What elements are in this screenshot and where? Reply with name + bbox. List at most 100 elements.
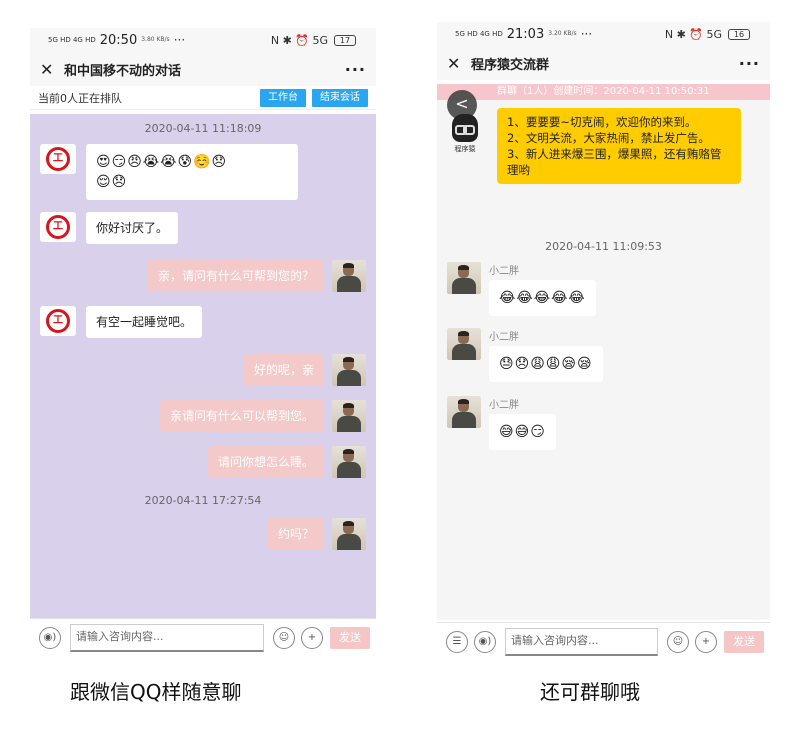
signal-icon: 5G HD 4G HD xyxy=(455,29,503,38)
title-bar: ✕ 和中国移不动的对话 ··· xyxy=(30,52,376,86)
message-row: 请问你想怎么睡。 xyxy=(30,446,376,478)
more-icon[interactable]: ··· xyxy=(739,54,760,73)
emoji-text: 😍😏😠😭😭😰☺️😞 xyxy=(96,154,228,170)
timestamp: 2020-04-11 17:27:54 xyxy=(144,494,262,507)
queue-status: 当前0人正在排队 xyxy=(38,91,122,105)
network-speed: 3.20 KB/s xyxy=(548,30,577,37)
battery-icon: 17 xyxy=(334,34,356,46)
chat-title: 和中国移不动的对话 xyxy=(64,63,182,79)
input-bar: ☰ ◉) 请输入咨询内容... ☺ + 发送 xyxy=(437,622,770,660)
caption-right: 还可群聊哦 xyxy=(540,680,640,704)
group-avatar-label: 程序猿 xyxy=(454,145,476,153)
emoji-icon[interactable]: ☺ xyxy=(273,626,295,649)
battery-icon: 16 xyxy=(728,28,750,40)
emoji-text: 😓😞😩😩😪😪 xyxy=(499,356,593,372)
icbc-logo-avatar[interactable]: 工 xyxy=(40,144,76,174)
icbc-logo-avatar[interactable]: 工 xyxy=(40,212,76,242)
right-phone-screenshot: 5G HD 4G HD 21:03 3.20 KB/s ··· N ✱ ⏰ 5G… xyxy=(437,22,770,660)
emoji-text: 😅😅😏 xyxy=(499,424,546,440)
coder-icon xyxy=(452,114,478,142)
plus-icon[interactable]: + xyxy=(695,630,717,653)
message-bubble[interactable]: 😅😅😏 xyxy=(489,414,556,450)
notice-line: 2、文明关流，大家热闹，禁止发广告。 xyxy=(507,131,710,145)
message-row: 约吗？ xyxy=(30,518,376,550)
close-icon[interactable]: ✕ xyxy=(40,60,64,79)
status-time: 21:03 xyxy=(506,26,545,42)
left-phone-screenshot: 5G HD 4G HD 20:50 3.80 KB/s ··· N ✱ ⏰ 5G… xyxy=(30,28,376,656)
sender-name: 小二胖 xyxy=(489,266,519,277)
chat-area[interactable]: 群聊（1人）创建时间：2020-04-11 10:50:31 < 程序猿 1、要… xyxy=(437,84,770,620)
sender-name: 小二胖 xyxy=(489,400,519,411)
message-bubble[interactable]: 请问你想怎么睡。 xyxy=(207,446,324,478)
message-bubble[interactable]: 有空一起睡觉吧。 xyxy=(86,306,203,338)
status-bar: 5G HD 4G HD 20:50 3.80 KB/s ··· N ✱ ⏰ 5G… xyxy=(30,28,376,52)
message-row: 亲请问有什么可以帮到您。 xyxy=(30,400,376,432)
group-avatar[interactable]: 程序猿 xyxy=(447,114,483,160)
message-bubble[interactable]: 亲，请问有什么可帮到您的？ xyxy=(147,260,324,292)
message-bubble[interactable]: 😓😞😩😩😪😪 xyxy=(489,346,603,382)
message-row: 工 😍😏😠😭😭😰☺️😞 😌😞 xyxy=(30,144,376,200)
message-row: 亲，请问有什么可帮到您的？ xyxy=(30,260,376,292)
emoji-text: 😂😂😂😂😂 xyxy=(499,290,586,306)
icbc-logo-avatar[interactable]: 工 xyxy=(40,306,76,336)
message-row: 小二胖 😂😂😂😂😂 xyxy=(437,262,770,316)
user-avatar[interactable] xyxy=(447,262,481,294)
chat-title: 程序猿交流群 xyxy=(471,57,550,73)
timestamp: 2020-04-11 11:09:53 xyxy=(545,240,662,253)
message-input[interactable]: 请输入咨询内容... xyxy=(70,623,264,652)
message-bubble[interactable]: 约吗？ xyxy=(267,518,324,550)
timestamp: 2020-04-11 11:18:09 xyxy=(144,122,262,135)
message-row: 好的呢，亲 xyxy=(30,354,376,386)
sender-name: 小二胖 xyxy=(489,332,519,343)
menu-icon[interactable]: ☰ xyxy=(446,630,468,653)
user-avatar[interactable] xyxy=(332,518,366,550)
icbc-logo-icon: 工 xyxy=(46,215,70,239)
user-avatar[interactable] xyxy=(447,328,481,360)
message-bubble[interactable]: 你好讨厌了。 xyxy=(86,212,179,244)
status-icons: N ✱ ⏰ 5G xyxy=(270,33,328,47)
caption-left: 跟微信QQ样随意聊 xyxy=(70,680,242,704)
more-status-icon: ··· xyxy=(580,27,593,41)
notice-line: 1、要要要~切克闹，欢迎你的来到。 xyxy=(507,115,697,129)
voice-icon[interactable]: ◉) xyxy=(39,626,61,649)
user-avatar[interactable] xyxy=(332,260,366,292)
message-row: 小二胖 😅😅😏 xyxy=(437,396,770,450)
close-icon[interactable]: ✕ xyxy=(447,54,471,73)
message-row: 工 有空一起睡觉吧。 xyxy=(30,306,376,338)
queue-bar: 当前0人正在排队 工作台 结束会话 xyxy=(30,86,376,110)
message-row: 工 你好讨厌了。 xyxy=(30,212,376,244)
icbc-logo-icon: 工 xyxy=(46,147,70,171)
group-notice[interactable]: 1、要要要~切克闹，欢迎你的来到。 2、文明关流，大家热闹，禁止发广告。 3、新… xyxy=(497,108,741,184)
emoji-text: 😌😞 xyxy=(96,174,128,190)
more-icon[interactable]: ··· xyxy=(345,60,366,79)
more-status-icon: ··· xyxy=(173,33,186,47)
message-bubble[interactable]: 好的呢，亲 xyxy=(243,354,324,386)
input-bar: ◉) 请输入咨询内容... ☺ + 发送 xyxy=(30,618,376,656)
icbc-logo-icon: 工 xyxy=(46,309,70,333)
user-avatar[interactable] xyxy=(447,396,481,428)
plus-icon[interactable]: + xyxy=(301,626,323,649)
status-time: 20:50 xyxy=(99,32,138,48)
signal-icon: 5G HD 4G HD xyxy=(48,35,96,44)
workbench-button[interactable]: 工作台 xyxy=(260,88,306,107)
end-session-button[interactable]: 结束会话 xyxy=(312,88,368,107)
status-icons: N ✱ ⏰ 5G xyxy=(664,27,722,41)
user-avatar[interactable] xyxy=(332,354,366,386)
voice-icon[interactable]: ◉) xyxy=(474,630,496,653)
network-speed: 3.80 KB/s xyxy=(141,36,170,43)
send-button[interactable]: 发送 xyxy=(724,630,764,653)
group-info-banner: 群聊（1人）创建时间：2020-04-11 10:50:31 xyxy=(437,84,770,100)
title-bar: ✕ 程序猿交流群 ··· xyxy=(437,46,770,80)
message-bubble[interactable]: 亲请问有什么可以帮到您。 xyxy=(159,400,324,432)
chat-area[interactable]: 2020-04-11 11:18:09 工 😍😏😠😭😭😰☺️😞 😌😞 工 你好讨… xyxy=(30,114,376,618)
message-bubble[interactable]: 😍😏😠😭😭😰☺️😞 😌😞 xyxy=(86,144,298,200)
user-avatar[interactable] xyxy=(332,400,366,432)
user-avatar[interactable] xyxy=(332,446,366,478)
message-bubble[interactable]: 😂😂😂😂😂 xyxy=(489,280,596,316)
message-input[interactable]: 请输入咨询内容... xyxy=(505,627,658,656)
message-row: 小二胖 😓😞😩😩😪😪 xyxy=(437,328,770,382)
notice-line: 3、新人进来爆三围，爆果照，还有贿赂管理哟 xyxy=(507,147,722,177)
status-bar: 5G HD 4G HD 21:03 3.20 KB/s ··· N ✱ ⏰ 5G… xyxy=(437,22,770,46)
send-button[interactable]: 发送 xyxy=(330,626,370,649)
emoji-icon[interactable]: ☺ xyxy=(667,630,689,653)
